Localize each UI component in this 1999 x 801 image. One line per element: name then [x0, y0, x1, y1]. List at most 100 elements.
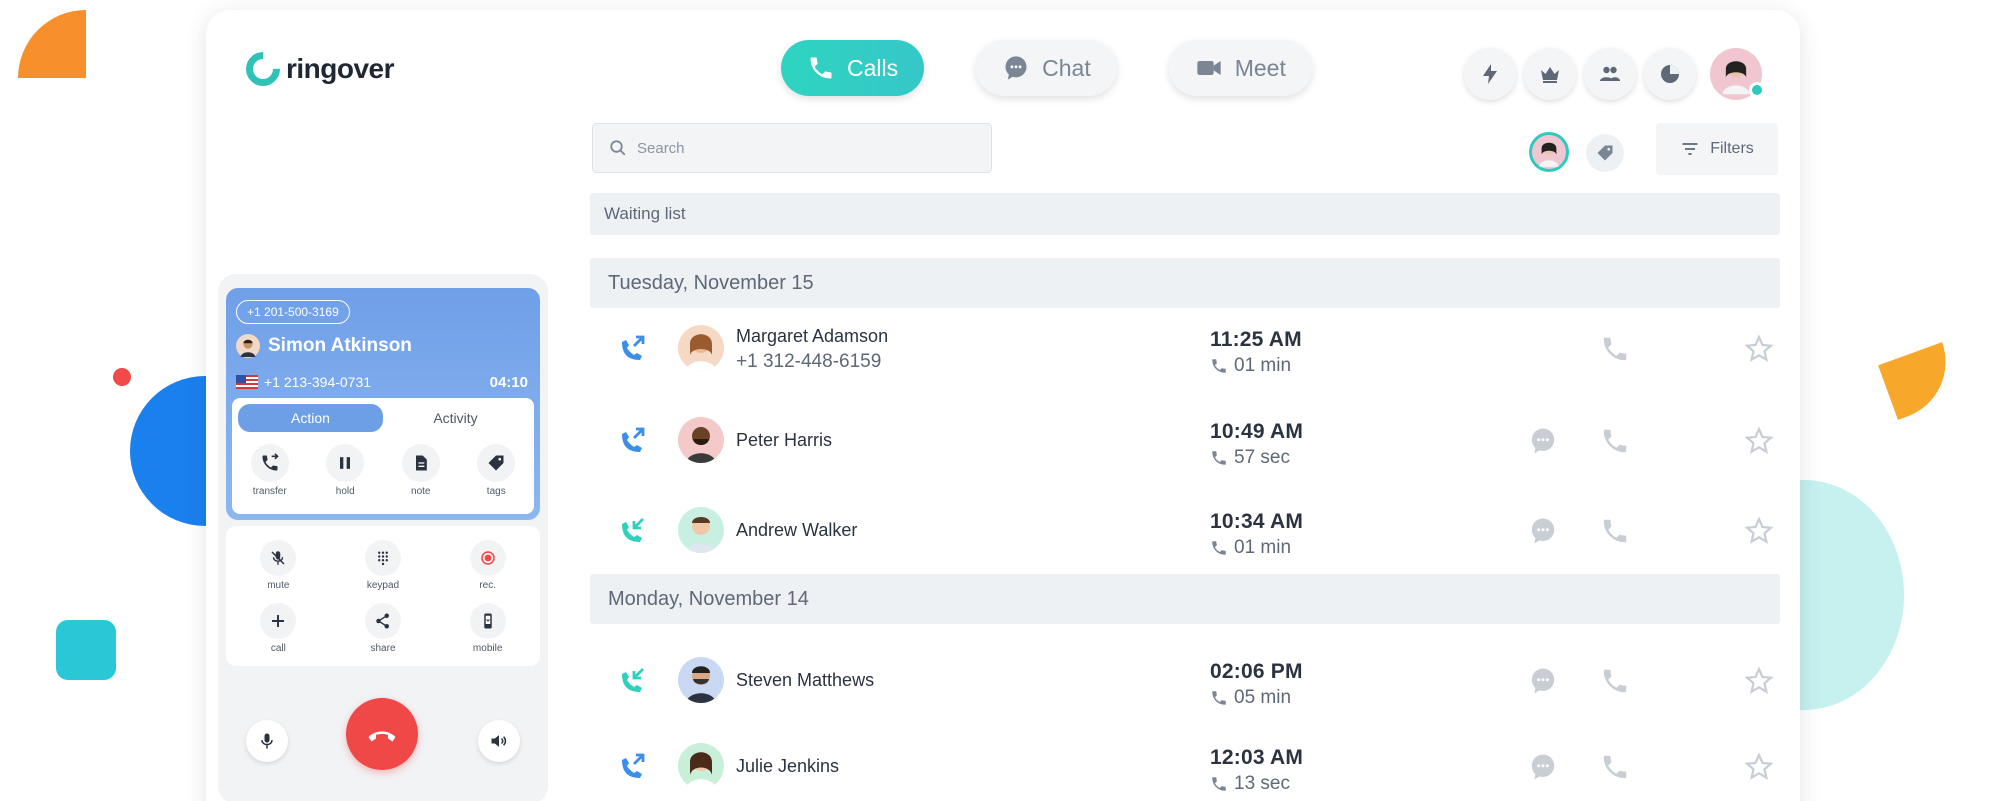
- active-call-card: +1 201-500-3169 Simon Atkinson +1 213-39…: [226, 288, 540, 520]
- outgoing-call-icon: [622, 753, 645, 778]
- date-header-label: Tuesday, November 15: [608, 271, 814, 294]
- call-back-icon[interactable]: [1600, 516, 1630, 546]
- online-status-dot: [1749, 82, 1765, 98]
- tag-icon: [1597, 145, 1613, 161]
- share-icon: [376, 613, 389, 629]
- filters-button[interactable]: Filters: [1656, 123, 1778, 175]
- call-row[interactable]: Peter Harris 10:49 AM 57 sec: [590, 400, 1780, 480]
- caller-number-line: +1 213-394-0731: [236, 374, 371, 390]
- call-row[interactable]: Julie Jenkins 12:03 AM 13 sec: [590, 726, 1780, 801]
- tab-action[interactable]: Action: [238, 404, 383, 432]
- keypad-button[interactable]: keypad: [331, 540, 436, 591]
- mute-button[interactable]: mute: [226, 540, 331, 591]
- call-row[interactable]: Steven Matthews 02:06 PM 05 min: [590, 640, 1780, 720]
- contact-avatar: [678, 743, 724, 789]
- call-back-icon[interactable]: [1600, 752, 1630, 782]
- call-duration-text: 57 sec: [1234, 447, 1290, 468]
- stats-icon: [1661, 65, 1679, 83]
- call-duration: 01 min: [1210, 537, 1291, 559]
- search-input[interactable]: [637, 139, 957, 157]
- star-icon[interactable]: [1744, 752, 1774, 782]
- speaker-button[interactable]: [478, 720, 520, 762]
- star-icon[interactable]: [1744, 334, 1774, 364]
- call-back-icon[interactable]: [1600, 666, 1630, 696]
- call-back-icon[interactable]: [1600, 426, 1630, 456]
- crown-button[interactable]: [1524, 48, 1576, 100]
- line-number-badge: +1 201-500-3169: [236, 300, 350, 324]
- calls-tab[interactable]: Calls: [781, 40, 925, 96]
- mobile-circle: [469, 603, 506, 639]
- calls-tab-label: Calls: [847, 54, 899, 81]
- hold-button[interactable]: hold: [326, 444, 365, 497]
- note-button[interactable]: note: [401, 444, 440, 497]
- speaker-icon: [491, 735, 507, 747]
- keypad-label: keypad: [366, 580, 400, 591]
- waiting-list-label: Waiting list: [604, 204, 686, 223]
- add-call-circle: [260, 603, 297, 639]
- call-back-icon[interactable]: [1600, 334, 1630, 364]
- meet-tab-label: Meet: [1234, 54, 1286, 81]
- tab-activity[interactable]: Activity: [383, 404, 528, 432]
- microphone-button[interactable]: [246, 720, 288, 762]
- chat-bubble-icon[interactable]: [1528, 666, 1558, 696]
- star-icon[interactable]: [1744, 666, 1774, 696]
- mobile-button[interactable]: mobile: [435, 603, 540, 654]
- transfer-button[interactable]: transfer: [250, 444, 289, 497]
- user-avatar[interactable]: [1710, 48, 1765, 100]
- meet-tab[interactable]: Meet: [1168, 40, 1312, 96]
- call-duration-text: 01 min: [1234, 537, 1292, 558]
- waiting-list-bar[interactable]: Waiting list: [590, 193, 1780, 235]
- record-icon: [480, 551, 495, 565]
- record-button[interactable]: rec.: [435, 540, 540, 591]
- tags-button[interactable]: tags: [477, 444, 516, 497]
- note-label: note: [411, 486, 431, 497]
- star-icon[interactable]: [1744, 426, 1774, 456]
- lightning-button[interactable]: [1464, 48, 1516, 100]
- top-toolbar: [1464, 48, 1765, 100]
- chat-bubble-icon[interactable]: [1528, 752, 1558, 782]
- call-row[interactable]: Andrew Walker 10:34 AM 01 min: [590, 490, 1780, 570]
- hang-up-button[interactable]: [346, 698, 418, 770]
- mobile-label: mobile: [472, 643, 503, 654]
- note-icon: [415, 455, 427, 471]
- contact-name: Andrew Walker: [736, 520, 858, 540]
- phone-icon: [1212, 691, 1226, 705]
- user-avatar-icon: [1539, 142, 1559, 167]
- contact-avatar-icon: [686, 666, 716, 703]
- team-button[interactable]: [1584, 48, 1636, 100]
- video-camera-icon: [1197, 61, 1221, 75]
- app-window: ringover Calls Chat Meet Search Filters …: [206, 10, 1800, 801]
- chat-bubble-icon[interactable]: [1528, 516, 1558, 546]
- chat-tab-label: Chat: [1042, 54, 1091, 81]
- call-time: 02:06 PM: [1210, 660, 1303, 683]
- contact-avatar: [678, 417, 724, 463]
- record-label: rec.: [479, 580, 496, 591]
- outgoing-call-icon: [622, 427, 645, 452]
- team-icon: [1600, 66, 1620, 81]
- us-flag-icon: [236, 375, 258, 389]
- keypad-circle: [364, 540, 401, 576]
- ringover-logo-icon: [238, 44, 288, 94]
- ringover-logo[interactable]: ringover: [238, 44, 395, 94]
- caller-number: +1 213-394-0731: [264, 374, 372, 390]
- share-button[interactable]: share: [331, 603, 436, 654]
- call-actions: transfer hold note tags: [232, 444, 534, 497]
- call-time: 10:34 AM: [1210, 510, 1304, 533]
- call-bottom-bar: [218, 694, 548, 784]
- search-box[interactable]: [592, 123, 992, 173]
- transfer-circle: [250, 444, 289, 482]
- stats-button[interactable]: [1644, 48, 1696, 100]
- call-row[interactable]: Margaret Adamson +1 312-448-6159 11:25 A…: [590, 308, 1780, 388]
- date-header: Monday, November 14: [590, 574, 1780, 624]
- call-time: 11:25 AM: [1210, 328, 1302, 351]
- phone-icon: [1212, 359, 1226, 373]
- date-header: Tuesday, November 15: [590, 258, 1780, 308]
- phone-icon: [810, 57, 832, 79]
- note-circle: [401, 444, 440, 482]
- add-call-button[interactable]: call: [226, 603, 331, 654]
- star-icon[interactable]: [1744, 516, 1774, 546]
- chat-bubble-icon[interactable]: [1528, 426, 1558, 456]
- chat-tab[interactable]: Chat: [976, 40, 1117, 96]
- filter-user-avatar[interactable]: [1529, 132, 1569, 172]
- tag-filter-button[interactable]: [1586, 134, 1624, 172]
